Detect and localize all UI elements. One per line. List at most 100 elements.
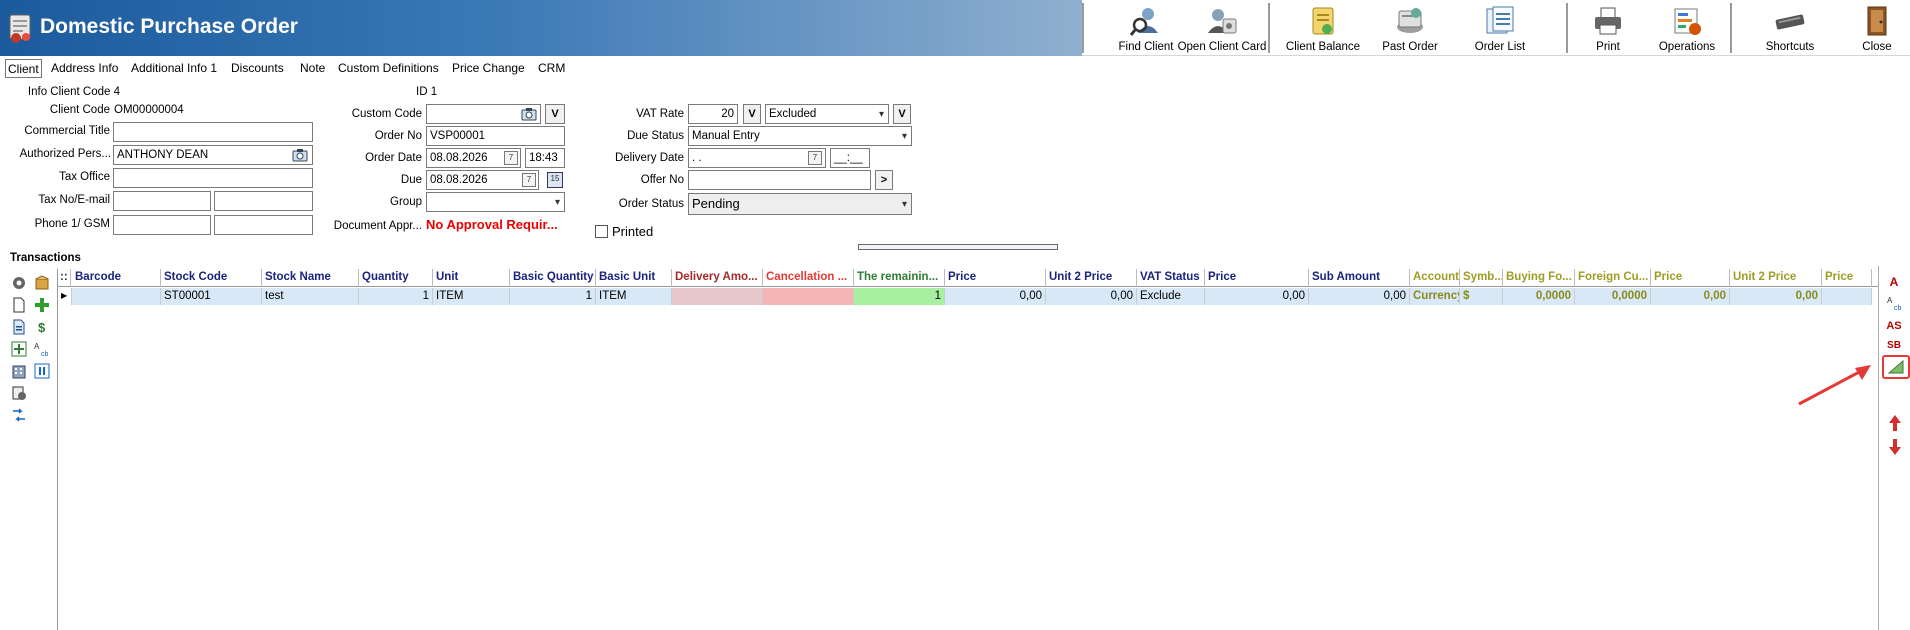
right-button-sb[interactable]: SB bbox=[1881, 339, 1907, 353]
grid-cell[interactable]: ITEM bbox=[433, 288, 510, 305]
delivery-time-field[interactable]: __:__ bbox=[830, 148, 870, 168]
order-list-button[interactable]: Order List bbox=[1462, 0, 1538, 56]
splitter-handle[interactable] bbox=[858, 244, 1058, 250]
grid-cell[interactable]: 0,00 bbox=[1205, 288, 1309, 305]
column-header[interactable]: Account bbox=[1410, 269, 1460, 287]
column-header[interactable]: Symb... bbox=[1460, 269, 1503, 287]
column-header[interactable]: Price bbox=[1822, 269, 1872, 287]
order-time-field[interactable]: 18:43 bbox=[525, 148, 565, 168]
column-header[interactable]: Unit 2 Price bbox=[1730, 269, 1822, 287]
order-no-field[interactable]: VSP00001 bbox=[426, 126, 565, 146]
column-header[interactable]: Foreign Cu... bbox=[1575, 269, 1651, 287]
grid-cell[interactable]: 0,00 bbox=[1309, 288, 1410, 305]
vat-mode-v-button[interactable]: V bbox=[893, 104, 911, 124]
gsm-field[interactable] bbox=[214, 215, 313, 235]
grid-cell[interactable]: $ bbox=[1460, 288, 1503, 305]
offer-go-button[interactable]: > bbox=[875, 170, 893, 190]
move-up-icon[interactable] bbox=[1888, 414, 1902, 432]
grid-cell[interactable]: 0,0000 bbox=[1503, 288, 1575, 305]
grid-cell[interactable]: 0,00 bbox=[1651, 288, 1730, 305]
find-client-button[interactable]: Find Client bbox=[1106, 0, 1186, 56]
copy-settings-icon[interactable] bbox=[11, 385, 27, 401]
grid-cell[interactable] bbox=[672, 288, 763, 305]
add-icon[interactable] bbox=[34, 297, 50, 313]
right-button-a[interactable]: A bbox=[1881, 272, 1907, 292]
grid-cell[interactable]: Currency bbox=[1410, 288, 1460, 305]
grid-cell[interactable]: 1 bbox=[359, 288, 433, 305]
grid-corner[interactable]: :: bbox=[58, 269, 71, 287]
document-icon[interactable] bbox=[11, 319, 27, 335]
grid-cell[interactable]: ST00001 bbox=[161, 288, 262, 305]
delivery-date-field[interactable]: . . bbox=[688, 148, 826, 168]
tab-additional-info-1[interactable]: Additional Info 1 bbox=[129, 59, 219, 78]
column-header[interactable]: The remainin... bbox=[854, 269, 945, 287]
authorized-person-field[interactable]: ANTHONY DEAN bbox=[113, 145, 313, 165]
grid-cell[interactable]: test bbox=[262, 288, 359, 305]
column-header[interactable]: Quantity bbox=[359, 269, 433, 287]
tab-price-change[interactable]: Price Change bbox=[450, 59, 527, 78]
camera-icon[interactable] bbox=[521, 107, 537, 121]
text-replace-icon[interactable]: Acb bbox=[1887, 295, 1903, 311]
tab-crm[interactable]: CRM bbox=[536, 59, 567, 78]
commercial-title-field[interactable] bbox=[113, 122, 313, 142]
group-select[interactable]: ▾ bbox=[426, 192, 565, 212]
building-icon[interactable] bbox=[11, 363, 27, 379]
transactions-grid[interactable]: :: Barcode Stock Code Stock Name Quantity Un… bbox=[57, 269, 1878, 630]
column-header[interactable]: Stock Code bbox=[161, 269, 262, 287]
column-header[interactable]: Basic Quantity bbox=[510, 269, 596, 287]
row-indicator-icon[interactable]: ▶ bbox=[58, 288, 72, 305]
past-order-button[interactable]: Past Order bbox=[1372, 0, 1448, 56]
operations-button[interactable]: Operations bbox=[1650, 0, 1724, 56]
tab-custom-definitions[interactable]: Custom Definitions bbox=[336, 59, 441, 78]
move-down-icon[interactable] bbox=[1888, 438, 1902, 456]
tab-discounts[interactable]: Discounts bbox=[229, 59, 286, 78]
tax-no-field[interactable] bbox=[113, 191, 211, 211]
vat-rate-v-button[interactable]: V bbox=[743, 104, 761, 124]
grid-cell[interactable]: 0,00 bbox=[1046, 288, 1137, 305]
calendar-icon[interactable]: 7 bbox=[522, 173, 536, 187]
phone-field[interactable] bbox=[113, 215, 211, 235]
text-replace-icon[interactable]: Acb bbox=[34, 341, 50, 357]
email-field[interactable] bbox=[214, 191, 313, 211]
grid-cell[interactable] bbox=[763, 288, 854, 305]
column-header[interactable]: Unit bbox=[433, 269, 510, 287]
grid-cell[interactable]: 1 bbox=[510, 288, 596, 305]
due-calendar-icon[interactable]: 15 bbox=[547, 172, 563, 188]
close-button[interactable]: Close bbox=[1852, 0, 1902, 56]
print-button[interactable]: Print bbox=[1576, 0, 1640, 56]
tax-office-field[interactable] bbox=[113, 168, 313, 188]
grid-cell[interactable]: ITEM bbox=[596, 288, 672, 305]
grid-cell[interactable] bbox=[1822, 288, 1872, 305]
open-client-card-button[interactable]: Open Client Card bbox=[1178, 0, 1266, 56]
column-header[interactable]: Price bbox=[1651, 269, 1730, 287]
column-header[interactable]: Stock Name bbox=[262, 269, 359, 287]
column-header[interactable]: Buying Fo... bbox=[1503, 269, 1575, 287]
dollar-icon[interactable]: $ bbox=[34, 319, 50, 335]
transfer-icon[interactable] bbox=[11, 407, 27, 423]
column-header[interactable]: Price bbox=[1205, 269, 1309, 287]
grid-cell[interactable] bbox=[72, 288, 161, 305]
client-balance-button[interactable]: Client Balance bbox=[1278, 0, 1368, 56]
offer-no-field[interactable] bbox=[688, 170, 871, 190]
add-document-icon[interactable] bbox=[11, 341, 27, 357]
tab-address-info[interactable]: Address Info bbox=[49, 59, 120, 78]
grid-cell[interactable]: 0,00 bbox=[1730, 288, 1822, 305]
printed-checkbox[interactable] bbox=[595, 225, 608, 238]
column-header[interactable]: Cancellation ... bbox=[763, 269, 854, 287]
order-status-select[interactable]: Pending ▾ bbox=[688, 193, 912, 215]
custom-code-v-button[interactable]: V bbox=[545, 104, 565, 124]
vat-rate-field[interactable]: 20 bbox=[688, 104, 738, 124]
column-header[interactable]: Barcode bbox=[72, 269, 161, 287]
package-icon[interactable] bbox=[34, 275, 50, 291]
column-header[interactable]: Unit 2 Price bbox=[1046, 269, 1137, 287]
column-header[interactable]: Price bbox=[945, 269, 1046, 287]
grid-cell[interactable]: 1 bbox=[854, 288, 945, 305]
tab-client[interactable]: Client bbox=[5, 59, 42, 78]
vat-mode-select[interactable]: Excluded ▾ bbox=[765, 104, 889, 124]
camera-icon[interactable] bbox=[292, 148, 308, 162]
shortcuts-button[interactable]: Shortcuts bbox=[1750, 0, 1830, 56]
calendar-icon[interactable]: 7 bbox=[808, 151, 822, 165]
column-resize-icon[interactable] bbox=[1888, 360, 1904, 374]
column-header[interactable]: VAT Status bbox=[1137, 269, 1205, 287]
grid-cell[interactable]: 0,00 bbox=[945, 288, 1046, 305]
